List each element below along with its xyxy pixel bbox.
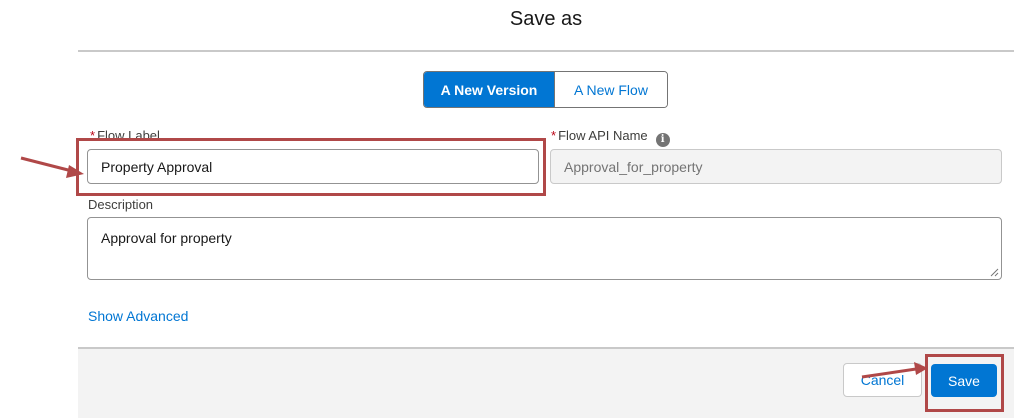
description-textarea[interactable]: Approval for property	[87, 217, 1002, 280]
modal-title: Save as	[509, 8, 583, 30]
flow-label-input[interactable]: Property Approval	[87, 149, 539, 184]
description-label: Description	[88, 197, 154, 212]
flow-api-name-label-text: Flow API Name	[558, 128, 648, 143]
arrow-to-flow-label	[20, 156, 84, 178]
show-advanced-link[interactable]: Show Advanced	[88, 308, 188, 324]
info-icon[interactable]: i	[655, 132, 670, 147]
save-type-toggle: A New Version A New Flow	[423, 71, 668, 108]
a-new-flow-button[interactable]: A New Flow	[554, 72, 667, 107]
required-marker: *	[90, 128, 96, 143]
a-new-version-button[interactable]: A New Version	[424, 72, 554, 107]
modal-header: Save as	[78, 0, 1014, 52]
flow-api-name-label: * Flow API Name i	[551, 128, 670, 147]
resize-handle-icon[interactable]	[990, 268, 999, 277]
flow-api-name-value: Approval_for_property	[564, 158, 703, 175]
required-marker: *	[551, 128, 557, 143]
cancel-button[interactable]: Cancel	[843, 363, 922, 397]
flow-label-value: Property Approval	[101, 158, 213, 175]
flow-api-name-input: Approval_for_property	[550, 149, 1002, 184]
flow-label-label-text: Flow Label	[97, 128, 160, 143]
description-value: Approval for property	[101, 230, 232, 246]
flow-label-label: * Flow Label	[90, 128, 160, 143]
save-button[interactable]: Save	[931, 364, 997, 397]
